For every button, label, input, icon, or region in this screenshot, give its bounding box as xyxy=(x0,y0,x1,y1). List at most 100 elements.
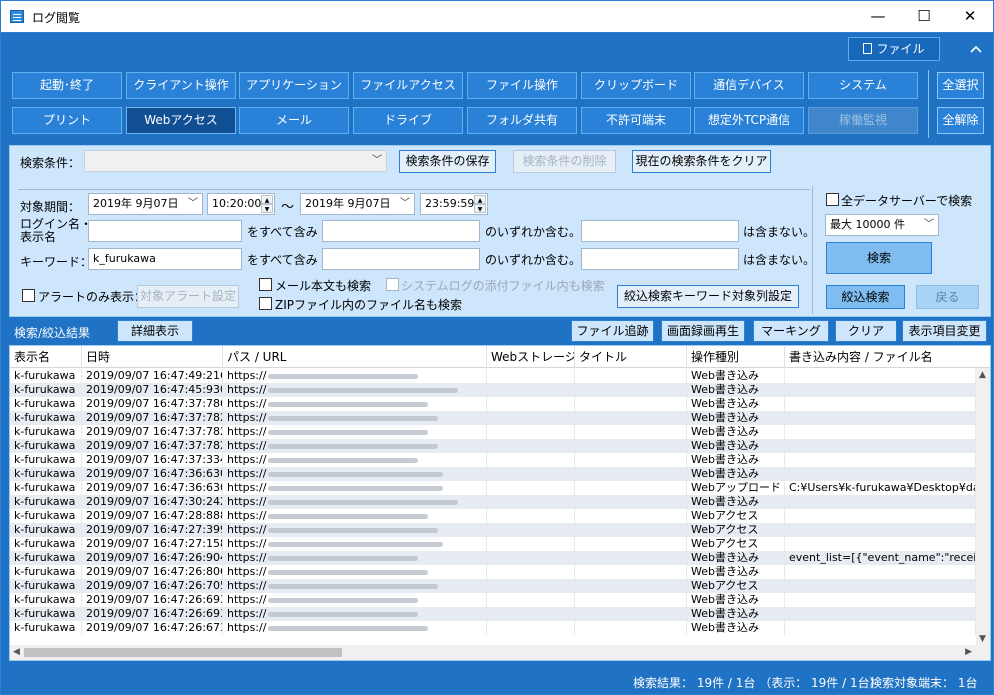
maximize-button[interactable]: ☐ xyxy=(901,1,947,32)
column-header-operation[interactable]: 操作種別 xyxy=(687,346,785,368)
table-row[interactable]: k-furukawa 2019/09/07 16:47:26:673 https:/… xyxy=(10,621,976,635)
scroll-right-icon[interactable]: ▶ xyxy=(965,647,972,657)
max-count-dropdown[interactable]: 最大 10000 件 ﹀ xyxy=(825,214,939,236)
spinner-arrows-icon[interactable]: ▲ ▼ xyxy=(474,195,486,213)
delete-condition-button[interactable]: 検索条件の削除 xyxy=(513,150,616,173)
screen-replay-button[interactable]: 画面録画再生 xyxy=(661,320,745,342)
table-cell xyxy=(487,411,575,425)
category-print[interactable]: プリント xyxy=(12,107,122,134)
back-button[interactable]: 戻る xyxy=(916,285,979,309)
table-cell: https:// xyxy=(223,551,487,565)
column-header-content[interactable]: 書き込み内容 / ファイル名 xyxy=(785,346,976,368)
spinner-arrows-icon[interactable]: ▲ ▼ xyxy=(261,195,273,213)
table-cell: 2019/09/07 16:47:37:334 xyxy=(82,453,223,467)
keyword-columns-button[interactable]: 絞込検索キーワード対象列設定 xyxy=(617,285,799,308)
login-any-input[interactable] xyxy=(322,220,480,242)
detail-view-button[interactable]: 詳細表示 xyxy=(117,320,193,342)
column-header-datetime[interactable]: 日時 xyxy=(82,346,223,368)
clear-condition-button[interactable]: 現在の検索条件をクリア xyxy=(632,150,771,173)
category-file-access[interactable]: ファイルアクセス xyxy=(353,72,463,99)
table-row[interactable]: k-furukawa 2019/09/07 16:47:45:930 https:/… xyxy=(10,383,976,397)
category-system[interactable]: システム xyxy=(808,72,918,99)
category-application[interactable]: アプリケーション xyxy=(239,72,349,99)
minimize-button[interactable]: — xyxy=(855,1,901,32)
deselect-all-button[interactable]: 全解除 xyxy=(937,107,984,134)
category-operation-monitor[interactable]: 稼働監視 xyxy=(808,107,918,134)
category-unexpected-tcp[interactable]: 想定外TCP通信 xyxy=(694,107,804,134)
file-trace-button[interactable]: ファイル追跡 xyxy=(571,320,654,342)
category-file-operation[interactable]: ファイル操作 xyxy=(467,72,577,99)
condition-dropdown[interactable]: ﹀ xyxy=(84,150,387,172)
column-header-web-storage[interactable]: Webストレージ... xyxy=(487,346,575,368)
category-separator xyxy=(928,70,929,138)
column-header-url[interactable]: パス / URL xyxy=(223,346,487,368)
table-row[interactable]: k-furukawa 2019/09/07 16:47:26:693 https:/… xyxy=(10,607,976,621)
category-client-operation[interactable]: クライアント操作 xyxy=(126,72,236,99)
keyword-any-input[interactable] xyxy=(322,248,480,270)
table-cell: Web書き込み xyxy=(687,425,785,439)
file-button[interactable]: ファイル xyxy=(848,37,940,61)
table-row[interactable]: k-furukawa 2019/09/07 16:47:30:242 https:/… xyxy=(10,495,976,509)
table-row[interactable]: k-furukawa 2019/09/07 16:47:37:782 https:/… xyxy=(10,439,976,453)
table-row[interactable]: k-furukawa 2019/09/07 16:47:36:630 https:/… xyxy=(10,467,976,481)
display-items-button[interactable]: 表示項目変更 xyxy=(902,320,987,342)
collapse-chevron-icon[interactable] xyxy=(967,40,985,58)
table-row[interactable]: k-furukawa 2019/09/07 16:47:26:693 https:/… xyxy=(10,593,976,607)
table-row[interactable]: k-furukawa 2019/09/07 16:47:26:705 https:/… xyxy=(10,579,976,593)
alert-settings-button[interactable]: 対象アラート設定 xyxy=(137,285,239,308)
table-row[interactable]: k-furukawa 2019/09/07 16:47:37:782 https:/… xyxy=(10,425,976,439)
keyword-exclude-input[interactable] xyxy=(581,248,739,270)
alert-only-checkbox[interactable] xyxy=(22,289,35,302)
table-row[interactable]: k-furukawa 2019/09/07 16:47:26:806 https:/… xyxy=(10,565,976,579)
redacted-url xyxy=(268,499,459,505)
zip-names-checkbox[interactable] xyxy=(259,297,272,310)
login-exclude-input[interactable] xyxy=(581,220,739,242)
table-row[interactable]: k-furukawa 2019/09/07 16:47:37:786 https:/… xyxy=(10,397,976,411)
start-time-spinner[interactable]: 10:20:00 ▲ ▼ xyxy=(207,193,275,215)
select-all-button[interactable]: 全選択 xyxy=(937,72,984,99)
clear-results-button[interactable]: クリア xyxy=(835,320,897,342)
search-button[interactable]: 検索 xyxy=(826,242,932,274)
column-header-name[interactable]: 表示名 xyxy=(10,346,82,368)
column-header-title[interactable]: タイトル xyxy=(575,346,687,368)
table-row[interactable]: k-furukawa 2019/09/07 16:47:49:216 https:/… xyxy=(10,369,976,383)
start-date-picker[interactable]: 2019年 9月07日 ﹀ xyxy=(88,193,203,215)
mail-body-checkbox[interactable] xyxy=(259,278,272,291)
refine-search-button[interactable]: 絞込検索 xyxy=(826,285,905,309)
category-startup-shutdown[interactable]: 起動･終了 xyxy=(12,72,122,99)
table-cell: k-furukawa xyxy=(10,383,82,397)
all-servers-checkbox[interactable] xyxy=(826,193,839,206)
keyword-all-input[interactable]: k_furukawa xyxy=(88,248,242,270)
scroll-down-icon[interactable]: ▼ xyxy=(979,634,986,644)
scroll-left-icon[interactable]: ◀ xyxy=(13,647,20,657)
vertical-scrollbar[interactable]: ▲ ▼ xyxy=(976,368,990,646)
status-summary: 検索結果： 19件 / 1台 （表示： 19件 / 1台） xyxy=(633,676,882,690)
end-time-spinner[interactable]: 23:59:59 ▲ ▼ xyxy=(420,193,488,215)
table-row[interactable]: k-furukawa 2019/09/07 16:47:27:399 https:/… xyxy=(10,523,976,537)
category-comm-device[interactable]: 通信デバイス xyxy=(694,72,804,99)
login-all-input[interactable] xyxy=(88,220,242,242)
close-button[interactable]: ✕ xyxy=(947,1,993,32)
table-row[interactable]: k-furukawa 2019/09/07 16:47:37:334 https:/… xyxy=(10,453,976,467)
all-servers-label: 全データサーバーで検索 xyxy=(841,194,973,208)
category-mail[interactable]: メール xyxy=(239,107,349,134)
category-web-access[interactable]: Webアクセス xyxy=(126,107,236,134)
category-drive[interactable]: ドライブ xyxy=(353,107,463,134)
category-clipboard[interactable]: クリップボード xyxy=(581,72,691,99)
table-cell: Web書き込み xyxy=(687,411,785,425)
horizontal-scrollbar[interactable]: ◀ ▶ xyxy=(10,645,990,660)
end-date-picker[interactable]: 2019年 9月07日 ﹀ xyxy=(300,193,415,215)
table-row[interactable]: k-furukawa 2019/09/07 16:47:26:904 https:/… xyxy=(10,551,976,565)
table-row[interactable]: k-furukawa 2019/09/07 16:47:27:158 https:/… xyxy=(10,537,976,551)
category-folder-share[interactable]: フォルダ共有 xyxy=(467,107,577,134)
table-row[interactable]: k-furukawa 2019/09/07 16:47:36:630 https:/… xyxy=(10,481,976,495)
category-unauthorized-terminal[interactable]: 不許可端末 xyxy=(581,107,691,134)
scroll-up-icon[interactable]: ▲ xyxy=(979,370,986,380)
table-cell xyxy=(487,579,575,593)
marking-button[interactable]: マーキング xyxy=(753,320,829,342)
table-row[interactable]: k-furukawa 2019/09/07 16:47:37:782 https:/… xyxy=(10,411,976,425)
table-row[interactable]: k-furukawa 2019/09/07 16:47:28:888 https:/… xyxy=(10,509,976,523)
syslog-attach-checkbox[interactable] xyxy=(386,278,399,291)
horizontal-scroll-thumb[interactable] xyxy=(24,648,342,657)
save-condition-button[interactable]: 検索条件の保存 xyxy=(399,150,496,173)
